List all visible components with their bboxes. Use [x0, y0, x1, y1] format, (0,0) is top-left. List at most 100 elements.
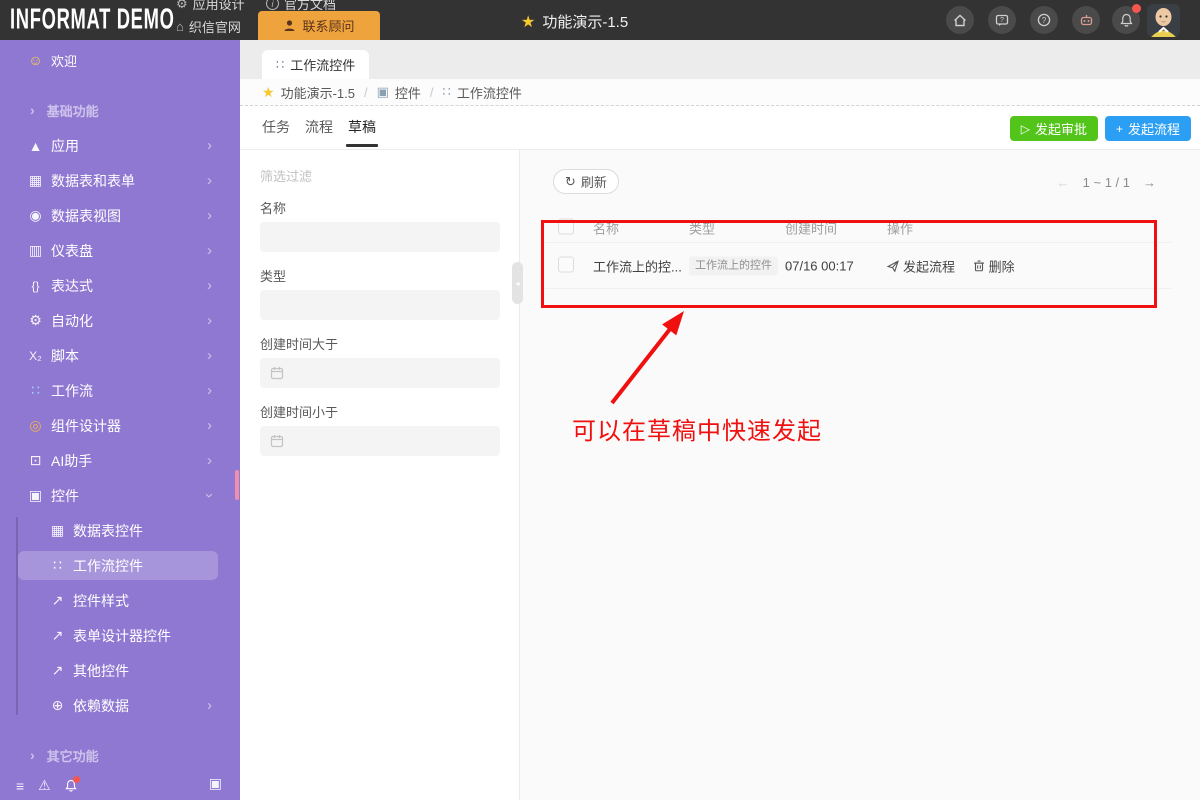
- nav-app-design-label: 应用设计: [193, 0, 245, 13]
- delete-action[interactable]: 删除: [973, 256, 1015, 275]
- sidebar-item-dashboard[interactable]: ▥ 仪表盘 ›: [0, 233, 240, 268]
- tab-drafts-active[interactable]: 草稿: [348, 106, 376, 149]
- tab-processes[interactable]: 流程: [305, 106, 333, 149]
- item-label: 组件设计器: [51, 416, 121, 436]
- breadcrumb-controls[interactable]: ▣ 控件: [377, 83, 421, 102]
- sidebar-item-table-views[interactable]: ◉ 数据表视图 ›: [0, 198, 240, 233]
- home-button[interactable]: [946, 6, 974, 34]
- filter-created-before-label: 创建时间小于: [260, 402, 338, 421]
- chevron-right-icon: ›: [207, 312, 212, 329]
- action-label: 删除: [989, 256, 1015, 275]
- sidebar-item-control-style[interactable]: ↗ 控件样式: [0, 583, 240, 618]
- chevron-right-icon: ›: [207, 347, 212, 364]
- sidebar-item-automation[interactable]: ⚙ 自动化 ›: [0, 303, 240, 338]
- nav-app-design[interactable]: ⚙ 应用设计: [176, 0, 245, 13]
- filter-type-input[interactable]: [260, 290, 500, 320]
- svg-text:?: ?: [1000, 17, 1004, 24]
- sidebar-group-other-functions[interactable]: › 其它功能: [0, 737, 240, 773]
- filter-created-after-label: 创建时间大于: [260, 334, 338, 353]
- breadcrumb-separator: /: [364, 85, 368, 100]
- chevron-right-icon: ›: [207, 277, 212, 294]
- filter-title: 筛选过滤: [260, 166, 312, 185]
- sidebar-item-tables-forms[interactable]: ▦ 数据表和表单 ›: [0, 163, 240, 198]
- sidebar-item-other-controls[interactable]: ↗ 其他控件: [0, 653, 240, 688]
- notifications-button[interactable]: [1112, 6, 1140, 34]
- user-avatar[interactable]: [1147, 4, 1180, 37]
- refresh-label: 刷新: [581, 172, 607, 191]
- filter-created-after-input[interactable]: [260, 358, 500, 388]
- current-app-title: ★ 功能演示-1.5: [521, 11, 628, 32]
- alert-triangle-icon[interactable]: ⚠: [38, 777, 51, 794]
- controls-submenu: ▦ 数据表控件 ∷ 工作流控件 ↗ 控件样式 ↗ 表单设计器控件 ↗ 其他控: [0, 513, 240, 723]
- select-all-checkbox[interactable]: [558, 219, 574, 235]
- prev-page-icon[interactable]: ←: [1057, 175, 1070, 190]
- send-icon: [887, 260, 899, 272]
- breadcrumb: ★ 功能演示-1.5 / ▣ 控件 / ∷ 工作流控件: [240, 79, 1200, 106]
- chevron-right-icon: ›: [207, 242, 212, 259]
- filter-name-input[interactable]: [260, 222, 500, 252]
- page-tab-label: 工作流控件: [290, 55, 355, 74]
- sidebar-item-welcome[interactable]: ☺ 欢迎: [0, 46, 240, 74]
- sidebar-item-script[interactable]: X₂ 脚本 ›: [0, 338, 240, 373]
- nav-official-site[interactable]: ⌂ 织信官网: [176, 17, 241, 36]
- top-bar: INFORMAT DEMO ⚙ 应用设计 i 官方文档 ⌂ 织信官网 联系顾问 …: [0, 0, 1200, 40]
- sidebar-item-workflow[interactable]: ∷ 工作流 ›: [0, 373, 240, 408]
- plus-circle-icon: ⊕: [49, 697, 66, 714]
- sidebar-item-component-designer[interactable]: ◎ 组件设计器 ›: [0, 408, 240, 443]
- sidebar-item-dependent-data[interactable]: ⊕ 依赖数据 ›: [0, 688, 240, 723]
- action-label: 发起流程: [903, 256, 955, 275]
- filter-type-label: 类型: [260, 266, 286, 285]
- breadcrumb-app[interactable]: ★ 功能演示-1.5: [262, 83, 355, 102]
- bell-icon[interactable]: [65, 779, 77, 792]
- filter-collapse-handle[interactable]: ◂: [512, 262, 523, 304]
- filter-created-before-input[interactable]: [260, 426, 500, 456]
- item-label: 仪表盘: [51, 241, 93, 261]
- chevron-right-icon: ›: [207, 172, 212, 189]
- start-process-button[interactable]: + 发起流程: [1105, 116, 1191, 141]
- header-name: 名称: [593, 219, 619, 238]
- smiley-icon: ☺: [27, 52, 44, 68]
- chevron-down-icon: ›: [201, 493, 218, 498]
- filter-name-label: 名称: [260, 198, 286, 217]
- sidebar-item-ai-assistant[interactable]: ⊡ AI助手 ›: [0, 443, 240, 478]
- sidebar-item-data-table-control[interactable]: ▦ 数据表控件: [0, 513, 240, 548]
- breadcrumb-workflow-control[interactable]: ∷ 工作流控件: [443, 83, 522, 102]
- row-checkbox[interactable]: [558, 256, 574, 272]
- open-page-tab[interactable]: ∷ 工作流控件: [262, 50, 369, 79]
- chart-icon: ↗: [49, 662, 66, 679]
- trash-icon: [973, 259, 985, 272]
- sidebar-scrollbar-thumb[interactable]: [235, 470, 239, 500]
- refresh-button[interactable]: ↻ 刷新: [553, 169, 619, 194]
- breadcrumb-label: 工作流控件: [457, 83, 522, 102]
- sidebar-item-application[interactable]: ▲ 应用 ›: [0, 128, 240, 163]
- next-page-icon[interactable]: →: [1143, 175, 1156, 190]
- script-icon: X₂: [27, 349, 44, 363]
- sidebar-item-form-designer-control[interactable]: ↗ 表单设计器控件: [0, 618, 240, 653]
- sidebar-group-basic-functions[interactable]: › 基础功能: [0, 96, 240, 124]
- sidebar-item-expression[interactable]: {} 表达式 ›: [0, 268, 240, 303]
- row-name: 工作流上的控...: [593, 256, 682, 275]
- gear-icon: ⚙: [176, 0, 188, 12]
- tab-tasks[interactable]: 任务: [262, 106, 290, 149]
- item-label: 数据表和表单: [51, 171, 135, 191]
- chat-question-icon: ?: [995, 14, 1009, 27]
- ai-robot-button[interactable]: [1072, 6, 1100, 34]
- table-row[interactable]: 工作流上的控... 工作流上的控件 .. 07/16 00:17 发起流程 删除: [545, 243, 1172, 289]
- svg-text:?: ?: [1042, 16, 1047, 25]
- robot-icon: [1079, 13, 1094, 27]
- sidebar-item-controls[interactable]: ▣ 控件 ›: [0, 478, 240, 513]
- start-approval-button[interactable]: ▷ 发起审批: [1010, 116, 1098, 141]
- feedback-button[interactable]: ?: [988, 6, 1016, 34]
- chart-icon: ↗: [49, 592, 66, 609]
- item-label: 其他控件: [73, 661, 129, 681]
- contact-consultant-button[interactable]: 联系顾问: [258, 11, 380, 40]
- help-button[interactable]: ?: [1030, 6, 1058, 34]
- start-process-action[interactable]: 发起流程: [887, 256, 955, 275]
- collapse-sidebar-icon[interactable]: ▣: [209, 775, 222, 792]
- sidebar-item-workflow-control[interactable]: ∷ 工作流控件: [18, 551, 218, 580]
- row-type: 工作流上的控件 ..: [689, 256, 792, 275]
- robot-icon: ⚙: [27, 312, 44, 329]
- menu-icon[interactable]: ≡: [16, 778, 24, 794]
- chart-icon: ↗: [49, 627, 66, 644]
- dashboard-icon: ▥: [27, 242, 44, 259]
